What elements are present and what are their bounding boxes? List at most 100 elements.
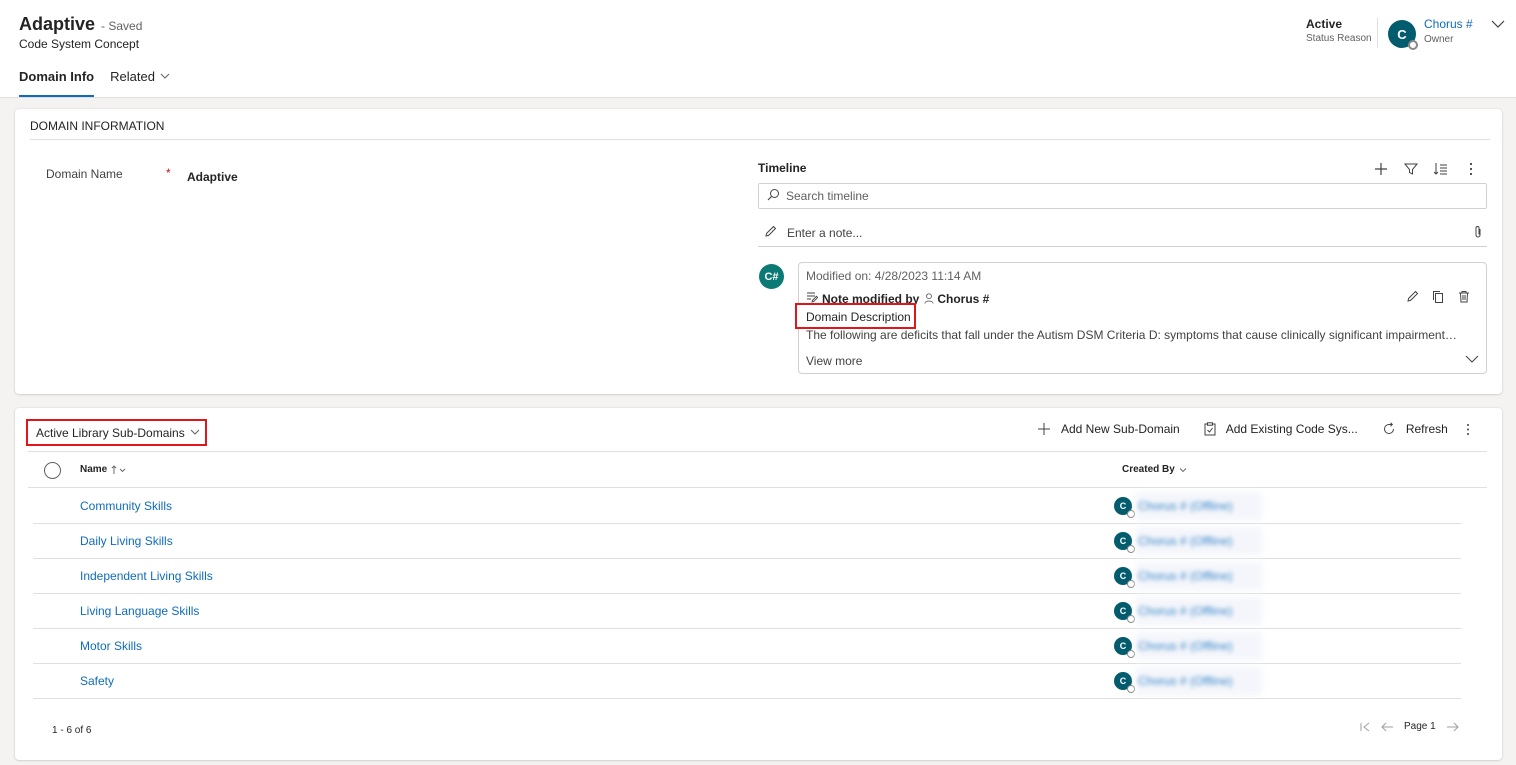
- edit-icon[interactable]: [1404, 288, 1420, 304]
- tab-related[interactable]: Related: [110, 66, 170, 97]
- column-header-name[interactable]: Name: [80, 464, 127, 475]
- add-existing-button[interactable]: Add Existing Code Sys...: [1204, 422, 1358, 436]
- view-selector[interactable]: Active Library Sub-Domains: [26, 419, 207, 446]
- status-reason-value: Active: [1306, 17, 1343, 31]
- creator-avatar-initial: C: [1119, 501, 1127, 511]
- creator-avatar: C: [1114, 602, 1135, 623]
- entry-title: Domain Description: [806, 310, 911, 324]
- entry-actions: [1404, 288, 1472, 304]
- grid-header: Name Created By: [28, 451, 1487, 488]
- row-created-by-link[interactable]: Chorus # (Offline): [1138, 674, 1232, 688]
- domain-name-label: Domain Name: [46, 167, 123, 181]
- header-divider: [1377, 18, 1378, 48]
- subgrid-more-options-icon[interactable]: [1466, 422, 1470, 436]
- row-name-link[interactable]: Living Language Skills: [80, 604, 199, 618]
- row-name-link[interactable]: Safety: [80, 674, 114, 688]
- delete-icon[interactable]: [1456, 288, 1472, 304]
- timeline-note-input[interactable]: [787, 225, 1437, 240]
- presence-offline-icon: [1127, 580, 1135, 588]
- timeline-search-box[interactable]: [758, 183, 1487, 209]
- view-more-link[interactable]: View more: [806, 354, 862, 368]
- table-row[interactable]: Safety C Chorus # (Offline): [33, 664, 1461, 699]
- row-created-by-link[interactable]: Chorus # (Offline): [1138, 534, 1232, 548]
- form-tabs: Domain Info Related: [19, 66, 186, 98]
- add-icon[interactable]: [1371, 160, 1391, 178]
- row-created-by-link[interactable]: Chorus # (Offline): [1138, 499, 1232, 513]
- view-selector-label: Active Library Sub-Domains: [36, 425, 185, 440]
- presence-offline-icon: [1408, 40, 1418, 50]
- timeline-entry-avatar: C#: [759, 264, 784, 289]
- creator-avatar: C: [1114, 637, 1135, 658]
- status-reason-label: Status Reason: [1306, 33, 1372, 44]
- creator-avatar: C: [1114, 497, 1135, 518]
- row-name-link[interactable]: Independent Living Skills: [80, 569, 213, 583]
- chevron-down-icon: [160, 71, 170, 84]
- owner-name-link[interactable]: Chorus #: [1424, 17, 1473, 31]
- more-options-icon[interactable]: [1461, 160, 1481, 178]
- chevron-down-icon: [190, 426, 200, 440]
- section-title: DOMAIN INFORMATION: [30, 119, 165, 133]
- refresh-button[interactable]: Refresh: [1382, 422, 1448, 436]
- domain-information-card: DOMAIN INFORMATION Domain Name * Adaptiv…: [15, 109, 1502, 394]
- filter-icon[interactable]: [1401, 160, 1421, 178]
- row-created-by-link[interactable]: Chorus # (Offline): [1138, 604, 1232, 618]
- tab-domain-info[interactable]: Domain Info: [19, 66, 95, 97]
- search-icon: [767, 188, 780, 204]
- expand-chevron-icon[interactable]: [1465, 352, 1479, 369]
- entry-body-text: The following are deficits that fall und…: [806, 328, 1458, 342]
- entry-user-name: Chorus #: [937, 291, 990, 306]
- save-status: - Saved: [101, 19, 143, 33]
- owner-avatar[interactable]: C: [1388, 20, 1418, 50]
- table-row[interactable]: Living Language Skills C Chorus # (Offli…: [33, 594, 1461, 629]
- sort-list-icon[interactable]: [1431, 160, 1451, 178]
- row-created-by-link[interactable]: Chorus # (Offline): [1138, 639, 1232, 653]
- pager: Page 1: [1360, 721, 1459, 732]
- row-created-by-link[interactable]: Chorus # (Offline): [1138, 569, 1232, 583]
- row-name-link[interactable]: Daily Living Skills: [80, 534, 173, 548]
- copy-icon[interactable]: [1430, 288, 1446, 304]
- timeline-note-box[interactable]: [758, 219, 1487, 247]
- creator-avatar-initial: C: [1119, 606, 1127, 616]
- column-created-by-label: Created By: [1122, 464, 1175, 475]
- section-divider: [30, 139, 1490, 140]
- timeline-toolbar: [1371, 160, 1481, 178]
- table-row[interactable]: Motor Skills C Chorus # (Offline): [33, 629, 1461, 664]
- attachment-icon[interactable]: [1473, 225, 1483, 242]
- first-page-icon[interactable]: [1360, 722, 1371, 732]
- presence-offline-icon: [1127, 650, 1135, 658]
- timeline-entry[interactable]: Modified on: 4/28/2023 11:14 AM Note mod…: [795, 262, 1487, 374]
- row-name-link[interactable]: Motor Skills: [80, 639, 142, 653]
- creator-avatar: C: [1114, 532, 1135, 553]
- table-row[interactable]: Daily Living Skills C Chorus # (Offline): [33, 524, 1461, 559]
- creator-avatar-initial: C: [1119, 641, 1127, 651]
- form-header: Adaptive - Saved Code System Concept Dom…: [0, 0, 1516, 98]
- row-name-link[interactable]: Community Skills: [80, 499, 172, 513]
- record-count: 1 - 6 of 6: [52, 725, 92, 736]
- pencil-icon: [764, 225, 777, 241]
- next-page-icon[interactable]: [1446, 722, 1459, 732]
- domain-name-field[interactable]: Adaptive: [187, 170, 238, 184]
- creator-avatar: C: [1114, 672, 1135, 693]
- add-new-subdomain-button[interactable]: Add New Sub-Domain: [1037, 422, 1180, 436]
- entity-name: Code System Concept: [19, 37, 140, 51]
- plus-icon: [1037, 422, 1051, 436]
- table-row[interactable]: Community Skills C Chorus # (Offline): [33, 489, 1461, 524]
- creator-avatar: C: [1114, 567, 1135, 588]
- timeline-search-input[interactable]: [786, 189, 1436, 203]
- table-row[interactable]: Independent Living Skills C Chorus # (Of…: [33, 559, 1461, 594]
- column-header-created-by[interactable]: Created By: [1122, 464, 1187, 475]
- grid-rows: Community Skills C Chorus # (Offline) Da…: [33, 489, 1461, 699]
- add-new-label: Add New Sub-Domain: [1061, 422, 1180, 436]
- creator-avatar-initial: C: [1119, 676, 1127, 686]
- page-number: Page 1: [1404, 721, 1436, 732]
- chevron-down-icon: [1179, 466, 1187, 474]
- header-expand-chevron-icon[interactable]: [1491, 17, 1505, 31]
- title-row: Adaptive - Saved: [19, 14, 142, 35]
- add-existing-label: Add Existing Code Sys...: [1225, 422, 1358, 436]
- select-all-checkbox[interactable]: [44, 462, 61, 479]
- refresh-icon: [1382, 422, 1396, 436]
- entry-user[interactable]: Chorus #: [922, 292, 989, 306]
- record-title: Adaptive: [19, 14, 96, 34]
- column-name-label: Name: [80, 464, 108, 475]
- previous-page-icon[interactable]: [1381, 722, 1394, 732]
